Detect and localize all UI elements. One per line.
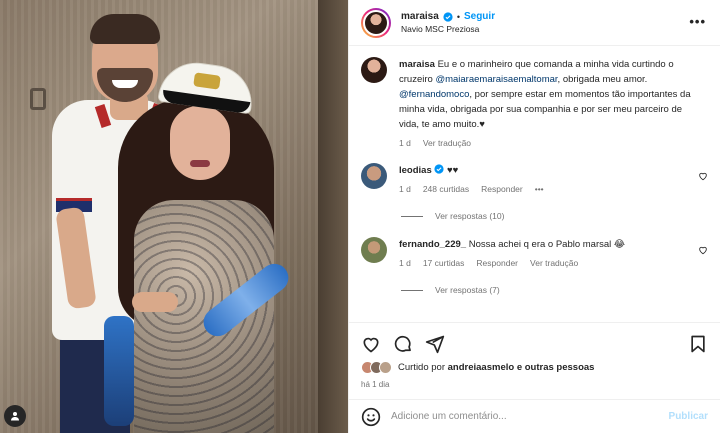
- photo-woman-lips: [190, 160, 210, 167]
- comment-avatar[interactable]: [361, 237, 387, 263]
- photo-doorframe: [318, 0, 348, 433]
- replies-line: [401, 289, 423, 291]
- caption-meta: 1 d Ver tradução: [399, 136, 692, 151]
- photo-woman-sleeve-left: [104, 316, 134, 426]
- post-photo[interactable]: [0, 0, 348, 433]
- verified-badge-icon: [443, 11, 453, 22]
- comment-item: fernando_229_ Nossa achei q era o Pablo …: [361, 237, 708, 271]
- comment-reply-button[interactable]: Responder: [476, 256, 518, 271]
- comment-username[interactable]: fernando_229_: [399, 239, 466, 250]
- comment-more-icon[interactable]: •••: [535, 182, 544, 197]
- comment-meta: 1 d 248 curtidas Responder •••: [399, 182, 692, 197]
- comment-translate-link[interactable]: Ver tradução: [530, 256, 578, 271]
- post-location[interactable]: Navio MSC Preziosa: [401, 24, 495, 34]
- post-details-panel: maraisa • Seguir Navio MSC Preziosa ••• …: [348, 0, 720, 433]
- follow-button[interactable]: Seguir: [464, 11, 495, 22]
- caption-body: maraisa Eu e o marinheiro que comanda a …: [399, 57, 708, 151]
- caption: maraisa Eu e o marinheiro que comanda a …: [361, 57, 708, 151]
- add-comment-bar: Publicar: [349, 399, 720, 433]
- photo-man-hair: [90, 14, 160, 44]
- post-timestamp[interactable]: há 1 dia: [361, 380, 708, 389]
- emoji-icon[interactable]: [361, 407, 381, 427]
- action-icons-row: [361, 329, 708, 359]
- liked-by: Curtido por andreiaasmelo e outras pesso…: [361, 361, 708, 374]
- caption-avatar[interactable]: [361, 57, 387, 83]
- caption-text-2: , obrigada meu amor.: [557, 74, 648, 85]
- photo-woman-face: [170, 106, 230, 180]
- comment-meta: 1 d 17 curtidas Responder Ver tradução: [399, 256, 692, 271]
- comments-list[interactable]: maraisa Eu e o marinheiro que comanda a …: [349, 47, 720, 322]
- comment-reply-button[interactable]: Responder: [481, 182, 523, 197]
- comment-avatar[interactable]: [361, 163, 387, 189]
- view-replies[interactable]: Ver respostas (7): [401, 285, 708, 295]
- post-actions: Curtido por andreiaasmelo e outras pesso…: [349, 322, 720, 389]
- comment-body: leodias ♥♥ 1 d 248 curtidas Responder ••…: [399, 163, 708, 197]
- comment-text: ♥♥: [447, 165, 459, 176]
- bookmark-save-icon[interactable]: [688, 334, 708, 354]
- post-header: maraisa • Seguir Navio MSC Preziosa •••: [349, 0, 720, 46]
- author-avatar[interactable]: [361, 7, 391, 38]
- liked-by-prefix: Curtido por: [398, 362, 445, 373]
- liked-by-suffix[interactable]: e outras pessoas: [517, 362, 595, 373]
- comment-likes[interactable]: 248 curtidas: [423, 182, 469, 197]
- author-username[interactable]: maraisa: [401, 11, 439, 22]
- more-options-icon[interactable]: •••: [689, 14, 706, 29]
- caption-username[interactable]: maraisa: [399, 59, 435, 70]
- comment-text: Nossa achei q era o Pablo marsal 😂: [468, 239, 626, 250]
- tagged-users-icon[interactable]: [4, 405, 26, 427]
- comment-bubble-icon[interactable]: [393, 334, 413, 354]
- comment-time: 1 d: [399, 184, 411, 194]
- share-send-icon[interactable]: [425, 334, 445, 354]
- liked-by-avatars[interactable]: [361, 361, 392, 374]
- verified-badge-icon: [434, 164, 444, 174]
- caption-translate-link[interactable]: Ver tradução: [423, 136, 471, 151]
- post-header-row: maraisa • Seguir: [401, 11, 495, 22]
- comment-like-heart-icon[interactable]: [698, 245, 708, 255]
- author-avatar-image: [363, 9, 389, 36]
- caption-mention-1[interactable]: @maiaraemaraisaemaltomar: [435, 74, 557, 85]
- comment-item: leodias ♥♥ 1 d 248 curtidas Responder ••…: [361, 163, 708, 197]
- comment-body: fernando_229_ Nossa achei q era o Pablo …: [399, 237, 708, 271]
- view-replies[interactable]: Ver respostas (10): [401, 211, 708, 221]
- photo-hand: [132, 292, 178, 312]
- comment-likes[interactable]: 17 curtidas: [423, 256, 465, 271]
- view-replies-label[interactable]: Ver respostas (10): [435, 211, 504, 221]
- replies-line: [401, 215, 423, 217]
- publish-button[interactable]: Publicar: [669, 411, 708, 422]
- separator-dot: •: [456, 11, 460, 22]
- caption-avatar-image: [361, 57, 387, 83]
- liker-avatar: [379, 361, 392, 374]
- caption-mention-2[interactable]: @fernandomoco: [399, 89, 469, 100]
- like-heart-icon[interactable]: [361, 334, 381, 354]
- caption-time: 1 d: [399, 138, 411, 148]
- post-header-text: maraisa • Seguir Navio MSC Preziosa: [401, 11, 495, 34]
- comment-input[interactable]: [391, 411, 669, 422]
- liked-by-user[interactable]: andreiaasmelo: [448, 362, 515, 373]
- comment-time: 1 d: [399, 258, 411, 268]
- view-replies-label[interactable]: Ver respostas (7): [435, 285, 500, 295]
- photo-wall-hook: [30, 88, 46, 110]
- comment-like-heart-icon[interactable]: [698, 171, 708, 181]
- photo-man-smile: [112, 80, 138, 88]
- comment-username[interactable]: leodias: [399, 165, 432, 176]
